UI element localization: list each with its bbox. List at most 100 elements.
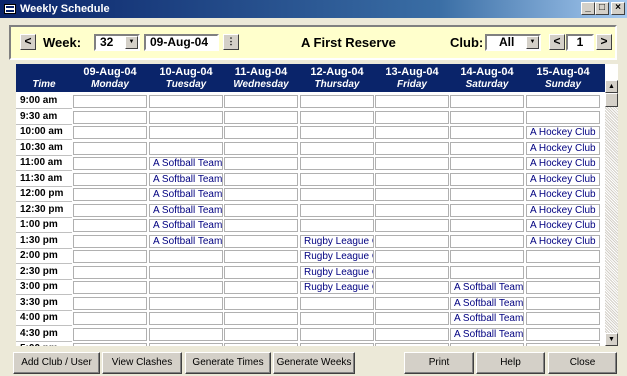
schedule-cell[interactable] xyxy=(526,95,600,108)
schedule-cell[interactable] xyxy=(450,110,524,124)
schedule-cell[interactable] xyxy=(450,157,524,170)
print-button[interactable]: Print xyxy=(404,352,474,374)
schedule-cell[interactable] xyxy=(224,265,298,279)
schedule-cell[interactable] xyxy=(73,296,147,310)
schedule-cell[interactable]: A Softball Team xyxy=(450,312,524,325)
schedule-cell[interactable] xyxy=(224,172,298,186)
schedule-cell[interactable]: A Hockey Club xyxy=(526,219,600,232)
schedule-cell[interactable]: A Hockey Club xyxy=(526,188,600,201)
schedule-cell[interactable] xyxy=(526,327,600,341)
minimize-button[interactable]: _ xyxy=(581,2,595,15)
schedule-cell[interactable] xyxy=(224,343,298,346)
schedule-cell[interactable]: A Softball Team xyxy=(450,296,524,310)
schedule-cell[interactable]: Rugby League Clu xyxy=(300,234,374,248)
schedule-cell[interactable] xyxy=(450,219,524,232)
schedule-cell[interactable] xyxy=(224,110,298,124)
schedule-cell[interactable] xyxy=(375,265,449,279)
schedule-cell[interactable] xyxy=(300,95,374,108)
schedule-cell[interactable] xyxy=(224,126,298,139)
schedule-cell[interactable]: A Hockey Club xyxy=(526,203,600,217)
schedule-cell[interactable] xyxy=(224,296,298,310)
schedule-cell[interactable] xyxy=(375,327,449,341)
schedule-cell[interactable] xyxy=(375,141,449,155)
schedule-cell[interactable] xyxy=(375,95,449,108)
schedule-cell[interactable]: A Hockey Club xyxy=(526,234,600,248)
schedule-cell[interactable] xyxy=(526,250,600,263)
schedule-cell[interactable]: A Softball Team xyxy=(149,157,223,170)
schedule-cell[interactable] xyxy=(73,327,147,341)
schedule-cell[interactable] xyxy=(375,188,449,201)
schedule-cell[interactable] xyxy=(149,296,223,310)
schedule-cell[interactable] xyxy=(73,203,147,217)
club-page-field[interactable]: 1 xyxy=(566,34,594,51)
schedule-cell[interactable]: A Hockey Club xyxy=(526,157,600,170)
schedule-cell[interactable] xyxy=(300,172,374,186)
vertical-scrollbar[interactable]: ▲ ▼ xyxy=(605,80,618,346)
schedule-cell[interactable] xyxy=(149,265,223,279)
schedule-cell[interactable] xyxy=(73,312,147,325)
schedule-cell[interactable] xyxy=(526,312,600,325)
schedule-cell[interactable]: A Hockey Club xyxy=(526,126,600,139)
schedule-cell[interactable] xyxy=(450,95,524,108)
schedule-cell[interactable] xyxy=(149,95,223,108)
schedule-cell[interactable] xyxy=(224,141,298,155)
date-field[interactable]: 09-Aug-04 xyxy=(144,34,219,51)
schedule-cell[interactable] xyxy=(526,110,600,124)
schedule-cell[interactable]: Rugby League Clu xyxy=(300,250,374,263)
schedule-cell[interactable] xyxy=(73,281,147,294)
schedule-cell[interactable]: A Softball Team xyxy=(149,172,223,186)
schedule-cell[interactable] xyxy=(149,312,223,325)
schedule-cell[interactable]: A Softball Team xyxy=(149,188,223,201)
schedule-cell[interactable] xyxy=(149,126,223,139)
schedule-cell[interactable]: A Softball Team xyxy=(149,203,223,217)
schedule-cell[interactable] xyxy=(450,172,524,186)
schedule-cell[interactable]: A Softball Team xyxy=(149,234,223,248)
generate-times-button[interactable]: Generate Times xyxy=(185,352,271,374)
schedule-cell[interactable] xyxy=(526,343,600,346)
schedule-cell[interactable] xyxy=(526,265,600,279)
schedule-cell[interactable] xyxy=(300,296,374,310)
help-button[interactable]: Help xyxy=(476,352,545,374)
generate-weeks-button[interactable]: Generate Weeks xyxy=(273,352,355,374)
close-button[interactable]: Close xyxy=(548,352,617,374)
schedule-cell[interactable] xyxy=(375,157,449,170)
schedule-cell[interactable] xyxy=(224,157,298,170)
schedule-cell[interactable] xyxy=(224,203,298,217)
schedule-cell[interactable] xyxy=(73,95,147,108)
schedule-cell[interactable] xyxy=(526,281,600,294)
add-club-user-button[interactable]: Add Club / User xyxy=(13,352,100,374)
schedule-cell[interactable] xyxy=(149,141,223,155)
schedule-cell[interactable] xyxy=(300,343,374,346)
schedule-cell[interactable] xyxy=(375,343,449,346)
schedule-cell[interactable] xyxy=(375,312,449,325)
schedule-cell[interactable] xyxy=(300,219,374,232)
schedule-cell[interactable]: A Softball Team xyxy=(149,219,223,232)
schedule-cell[interactable] xyxy=(300,312,374,325)
scroll-down-icon[interactable]: ▼ xyxy=(605,333,618,346)
schedule-cell[interactable]: Rugby League Clu xyxy=(300,265,374,279)
club-dropdown-icon[interactable]: ▼ xyxy=(526,36,539,49)
schedule-cell[interactable] xyxy=(300,110,374,124)
schedule-cell[interactable] xyxy=(300,327,374,341)
schedule-cell[interactable] xyxy=(149,343,223,346)
schedule-cell[interactable] xyxy=(73,250,147,263)
schedule-cell[interactable] xyxy=(375,296,449,310)
schedule-cell[interactable] xyxy=(224,95,298,108)
week-dropdown-icon[interactable]: ▼ xyxy=(125,36,138,49)
schedule-cell[interactable] xyxy=(375,126,449,139)
schedule-cell[interactable] xyxy=(73,126,147,139)
schedule-cell[interactable] xyxy=(450,343,524,346)
schedule-cell[interactable] xyxy=(375,172,449,186)
close-window-button[interactable]: × xyxy=(611,2,625,15)
schedule-cell[interactable] xyxy=(73,219,147,232)
calendar-picker-button[interactable]: ⋮ xyxy=(223,34,239,50)
schedule-cell[interactable]: A Softball Team xyxy=(450,281,524,294)
schedule-cell[interactable] xyxy=(450,126,524,139)
schedule-cell[interactable] xyxy=(450,203,524,217)
schedule-cell[interactable] xyxy=(149,327,223,341)
club-select[interactable]: All ▼ xyxy=(485,34,541,51)
schedule-cell[interactable]: Rugby League Clu xyxy=(300,281,374,294)
schedule-cell[interactable] xyxy=(224,188,298,201)
schedule-cell[interactable] xyxy=(73,172,147,186)
schedule-cell[interactable] xyxy=(149,110,223,124)
